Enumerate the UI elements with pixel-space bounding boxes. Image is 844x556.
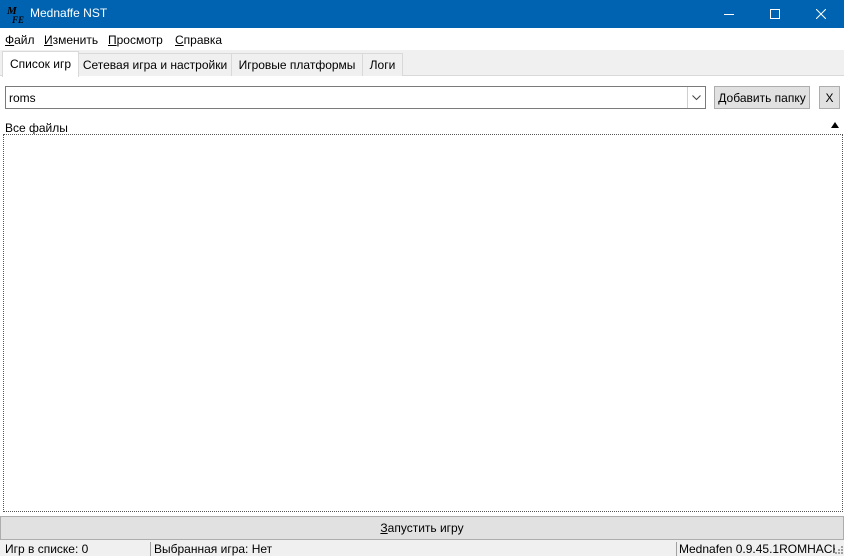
maximize-icon (770, 9, 780, 19)
menu-bar: Файл Изменить Просмотр Справка (0, 28, 844, 50)
tab-platforms[interactable]: Игровые платформы (231, 53, 363, 76)
menu-view[interactable]: Просмотр (108, 33, 163, 47)
title-bar[interactable]: M FE Mednaffe NST (0, 0, 844, 28)
tab-logs-label: Логи (369, 58, 396, 72)
tab-netplay-settings-label: Сетевая игра и настройки (82, 58, 228, 72)
menu-view-mnemonic: П (108, 33, 117, 47)
launch-game-button[interactable]: Запустить игру (0, 516, 844, 540)
maximize-button[interactable] (752, 0, 798, 28)
menu-help[interactable]: Справка (175, 33, 222, 47)
status-divider (150, 542, 151, 556)
window-title: Mednaffe NST (30, 6, 108, 20)
status-bar: Игр в списке: 0 Выбранная игра: Нет Medn… (0, 540, 844, 556)
mednaffe-logo-icon: M FE (6, 5, 24, 24)
list-column-header[interactable]: Все файлы (5, 121, 68, 135)
sort-ascending-icon[interactable] (831, 122, 839, 128)
tab-strip: Список игр Сетевая игра и настройки Игро… (0, 50, 844, 77)
resize-grip-icon[interactable] (834, 545, 844, 555)
logo-letters-fe: FE (11, 15, 24, 24)
close-button[interactable] (798, 0, 844, 28)
menu-help-mnemonic: С (175, 33, 184, 47)
tab-netplay-settings[interactable]: Сетевая игра и настройки (78, 53, 232, 76)
status-divider (676, 542, 677, 556)
tab-game-list-label: Список игр (9, 57, 71, 71)
minimize-icon (724, 14, 734, 15)
menu-file[interactable]: Файл (5, 33, 35, 47)
status-games-count: Игр в списке: 0 (5, 542, 89, 556)
status-version: Mednafen 0.9.45.1ROMHACK (679, 542, 835, 556)
folder-combobox[interactable]: roms (5, 86, 706, 109)
close-icon (816, 9, 826, 19)
tab-game-list[interactable]: Список игр (2, 51, 79, 77)
menu-file-label: айл (14, 33, 35, 47)
menu-view-label: росмотр (116, 33, 163, 47)
add-folder-button[interactable]: Добавить папку (714, 86, 810, 109)
menu-edit-mnemonic: И (44, 33, 53, 47)
tab-logs[interactable]: Логи (362, 53, 403, 76)
combobox-dropdown-button[interactable] (687, 87, 705, 108)
menu-edit-label: зменить (52, 33, 99, 47)
chevron-down-icon (692, 94, 701, 100)
menu-help-label: правка (183, 33, 223, 47)
game-list-panel: roms Добавить папку X Все файлы (0, 76, 844, 516)
launch-game-mnemonic: З (380, 521, 388, 535)
minimize-button[interactable] (706, 0, 752, 28)
remove-folder-button[interactable]: X (819, 86, 840, 109)
folder-combobox-value: roms (9, 91, 36, 105)
status-selected-game: Выбранная игра: Нет (154, 542, 273, 556)
tab-platforms-label: Игровые платформы (238, 58, 356, 72)
game-list[interactable] (3, 134, 843, 512)
menu-edit[interactable]: Изменить (44, 33, 98, 47)
menu-file-mnemonic: Ф (5, 33, 15, 47)
launch-game-label: апустить игру (387, 521, 464, 535)
